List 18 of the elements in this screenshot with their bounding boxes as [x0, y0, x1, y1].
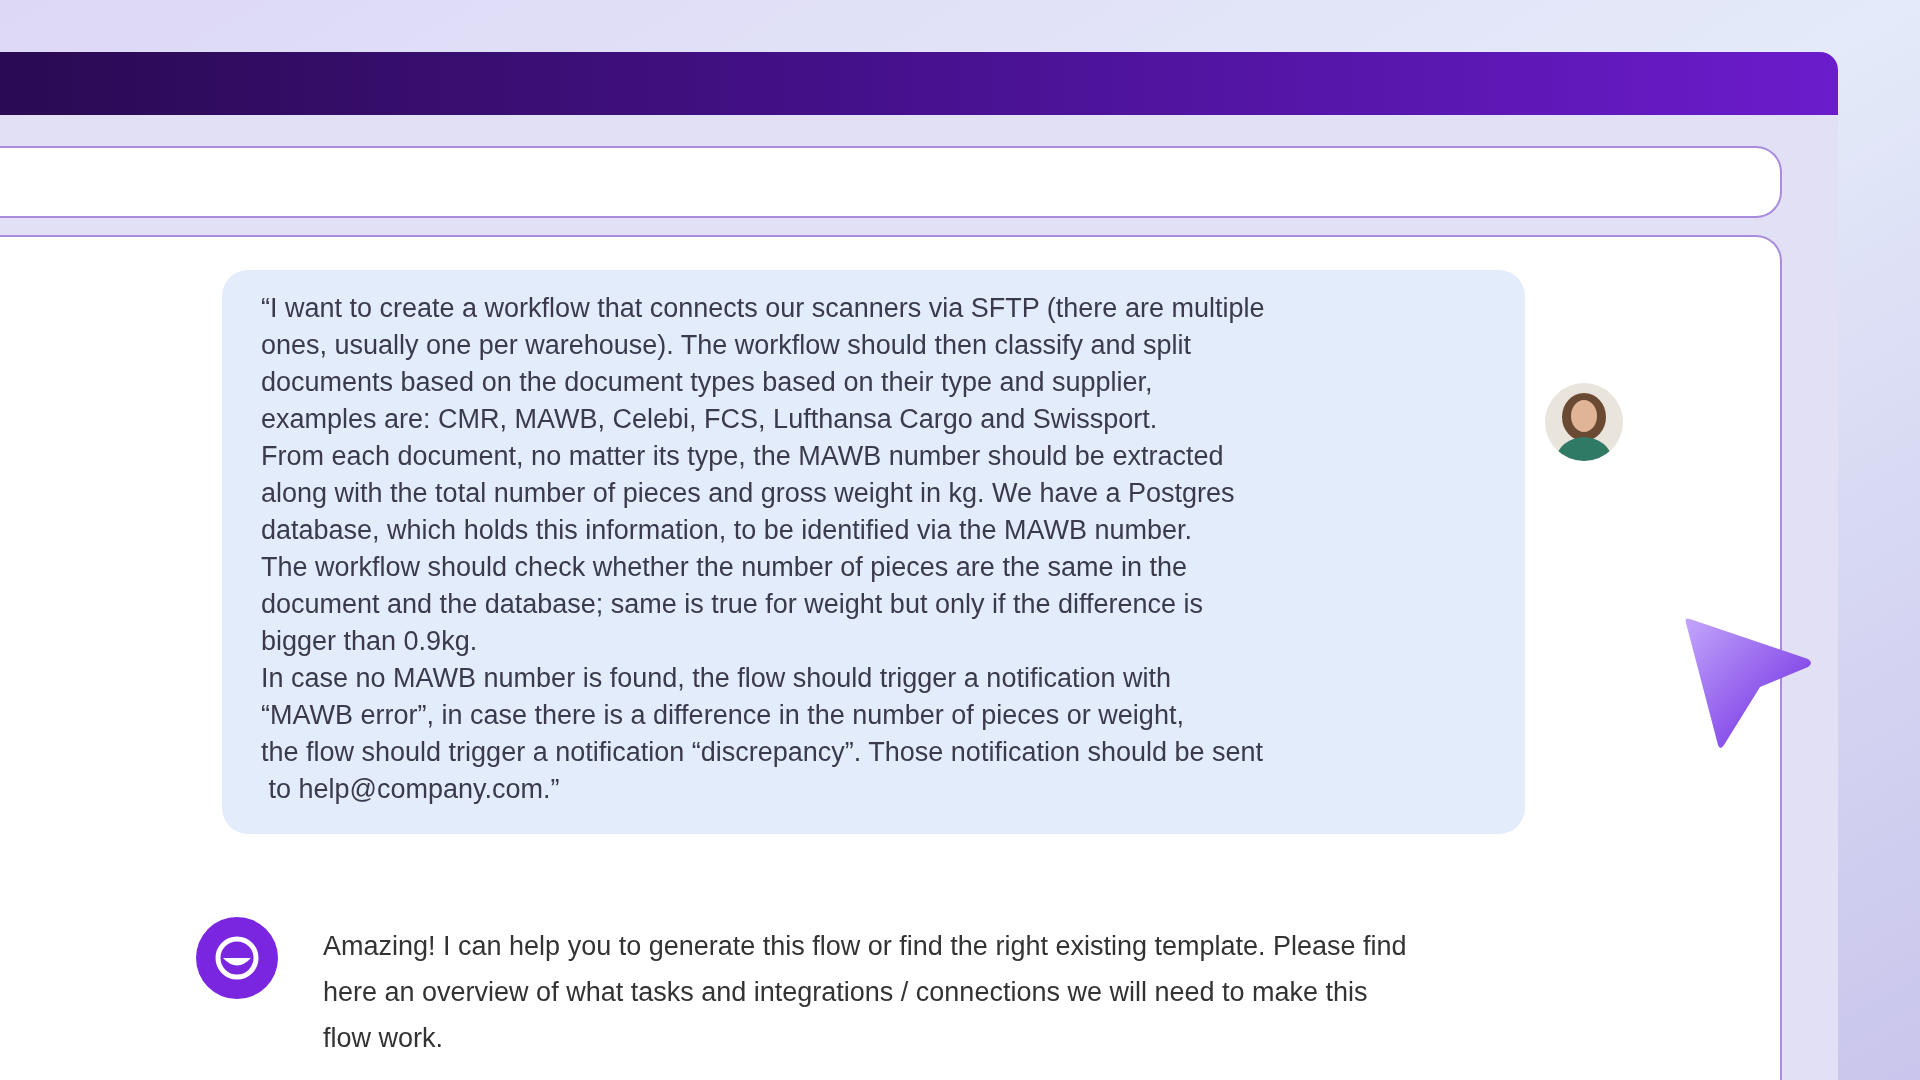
message-line: document and the database; same is true for weight but only if the difference is	[261, 588, 1205, 621]
message-line: In case no MAWB number is found, the flow should trigger a notification with	[261, 662, 1172, 695]
message-line: examples are: CMR, MAWB, Celebi, FCS, Lufthansa Cargo and Swissport.	[261, 403, 1159, 436]
reply-line: here an overview of what tasks and integrations / connections we will need to make this	[323, 976, 1369, 1009]
message-line: database, which holds this information, to be identified via the MAWB number.	[261, 514, 1193, 547]
message-line: along with the total number of pieces and gross weight in kg. We have a Postgres	[261, 477, 1236, 510]
reply-line: flow work.	[323, 1022, 445, 1055]
bot-logo-icon	[196, 917, 278, 999]
message-line: The workflow should check whether the number of pieces are the same in the	[261, 551, 1188, 584]
message-line: documents based on the document types based on their type and supplier,	[261, 366, 1154, 399]
message-line: “I want to create a workflow that connects our scanners via SFTP (there are multiple	[261, 292, 1266, 325]
message-line: to help@company.com.”	[267, 773, 561, 806]
message-line: “MAWB error”, in case there is a difference in the number of pieces or weight,	[261, 699, 1185, 732]
reply-line: Amazing! I can help you to generate this flow or find the right existing template. Please find	[323, 930, 1407, 963]
message-line: bigger than 0.9kg.	[261, 625, 479, 658]
message-line: the flow should trigger a notification “discrepancy”. Those notification should be sent	[261, 736, 1265, 769]
message-line: ones, usually one per warehouse). The workflow should then classify and split	[261, 329, 1192, 362]
message-line: From each document, no matter its type, the MAWB number should be extracted	[261, 440, 1225, 473]
